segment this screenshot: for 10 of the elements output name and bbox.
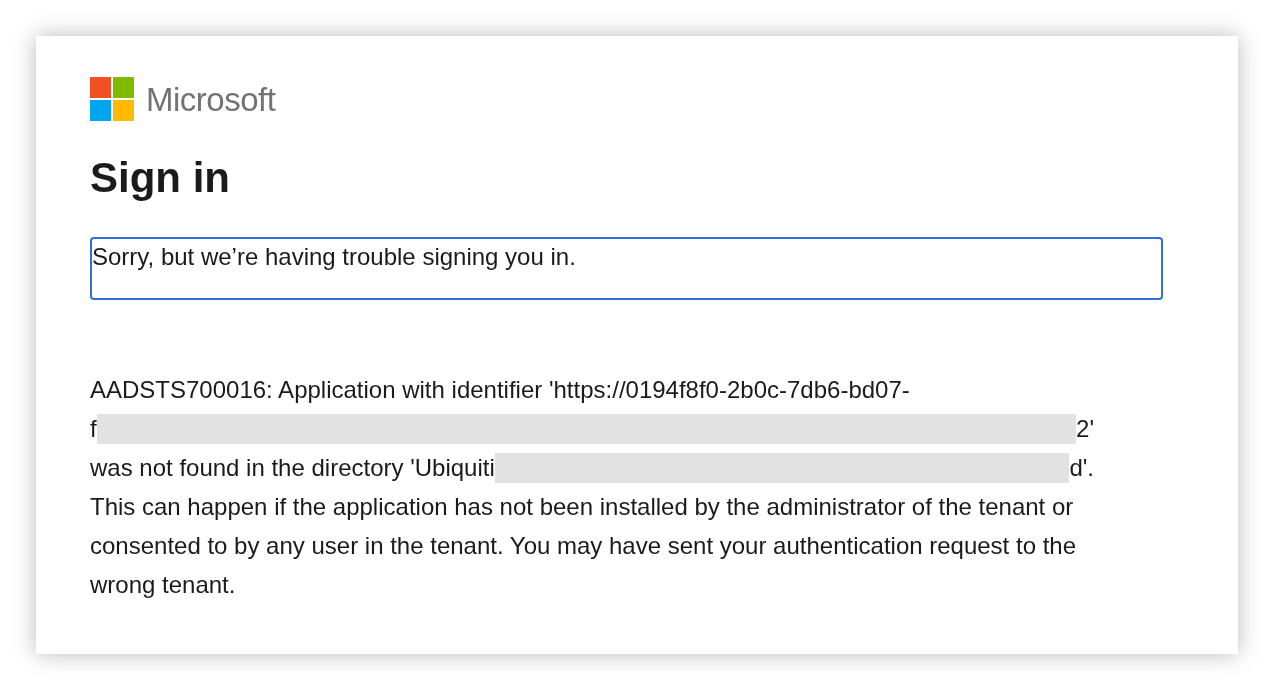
error-text: was not found in the directory 'Ubiquiti xyxy=(90,453,495,483)
error-description: This can happen if the application has not been installed by the administrator of the tenant or consented to by any user in the tenant. You may have sent your authentication request to the wrong tenant. xyxy=(90,492,1077,600)
error-text: f xyxy=(90,414,97,444)
brand-name: Microsoft xyxy=(146,82,276,116)
error-message-box: Sorry, but we’re having trouble signing you in. xyxy=(90,237,1163,300)
microsoft-logo-icon xyxy=(90,77,134,121)
error-text: d'. xyxy=(1069,453,1094,483)
page-title: Sign in xyxy=(90,157,231,199)
error-text: 2' xyxy=(1076,414,1094,444)
error-text: AADSTS700016: Application with identifier 'https://0194f8f0-2b0c-7db6-bd07- xyxy=(90,375,910,405)
